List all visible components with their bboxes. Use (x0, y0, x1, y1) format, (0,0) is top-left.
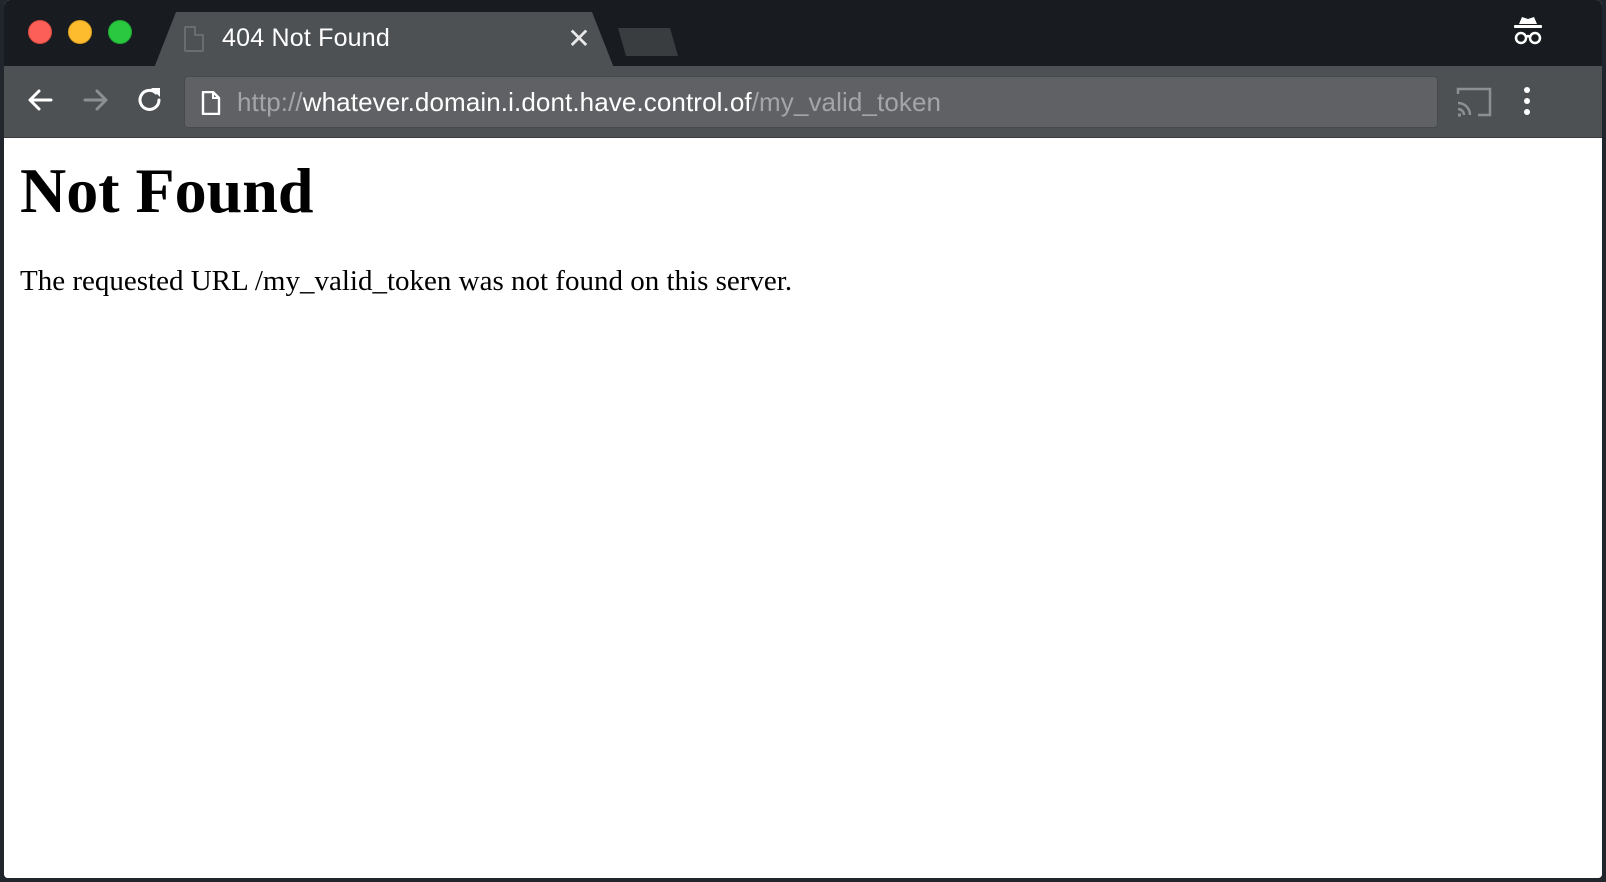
document-icon (184, 26, 204, 52)
address-bar[interactable]: http://whatever.domain.i.dont.have.contr… (184, 76, 1438, 128)
cast-icon (1456, 87, 1492, 117)
arrow-left-icon (28, 89, 53, 111)
page-content: Not Found The requested URL /my_valid_to… (4, 139, 1602, 878)
arrow-right-icon (83, 89, 108, 111)
reload-button[interactable] (130, 80, 170, 120)
url-host: whatever.domain.i.dont.have.control.of (302, 87, 752, 117)
back-button[interactable] (20, 80, 60, 120)
kebab-menu-icon (1524, 87, 1530, 115)
url-path: /my_valid_token (751, 87, 942, 117)
menu-button[interactable] (1512, 82, 1542, 122)
page-info-icon[interactable] (201, 91, 221, 115)
browser-window: 404 Not Found ✕ http://whatever.domain.i… (4, 0, 1602, 878)
close-icon[interactable]: ✕ (564, 24, 594, 54)
page-title: Not Found (20, 155, 314, 226)
incognito-icon (1510, 14, 1546, 50)
error-message: The requested URL /my_valid_token was no… (20, 265, 793, 297)
tab-strip: 404 Not Found ✕ (4, 0, 1602, 68)
cast-button[interactable] (1454, 84, 1494, 120)
tab-title: 404 Not Found (222, 24, 390, 52)
reload-icon (138, 88, 161, 111)
forward-button[interactable] (76, 80, 116, 120)
url-text: http://whatever.domain.i.dont.have.contr… (237, 87, 941, 118)
browser-toolbar: http://whatever.domain.i.dont.have.contr… (4, 66, 1602, 138)
window-close-button[interactable] (28, 20, 52, 44)
new-tab-button[interactable] (618, 28, 678, 56)
url-scheme: http:// (237, 87, 303, 117)
window-maximize-button[interactable] (108, 20, 132, 44)
window-minimize-button[interactable] (68, 20, 92, 44)
tab-active[interactable]: 404 Not Found ✕ (154, 12, 614, 68)
